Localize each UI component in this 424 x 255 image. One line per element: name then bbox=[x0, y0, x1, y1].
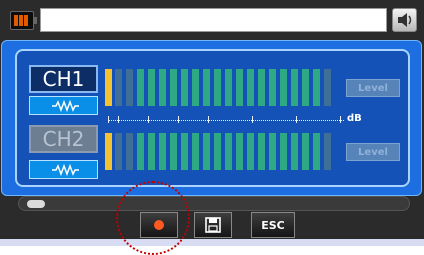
esc-button[interactable]: ESC bbox=[251, 212, 295, 238]
ch1-button[interactable]: CH1 bbox=[29, 65, 98, 93]
meter-segment bbox=[203, 69, 210, 106]
meter-segment bbox=[225, 69, 232, 106]
meter-segment bbox=[269, 69, 276, 106]
meter-segment bbox=[324, 69, 331, 106]
meter-segment bbox=[115, 133, 122, 170]
meter-segment bbox=[214, 69, 221, 106]
battery-icon bbox=[10, 11, 37, 30]
highlight-circle bbox=[116, 181, 190, 255]
meter-segment bbox=[313, 133, 320, 170]
meter-segment bbox=[203, 133, 210, 170]
meter-segment bbox=[214, 133, 221, 170]
meter-segment bbox=[302, 69, 309, 106]
ch1-level-button[interactable]: Level bbox=[346, 79, 400, 97]
db-tick bbox=[340, 116, 341, 123]
meter-segment bbox=[181, 69, 188, 106]
meter-segment bbox=[269, 133, 276, 170]
slider-thumb[interactable] bbox=[27, 200, 45, 208]
title-field bbox=[40, 8, 387, 32]
meter-segment bbox=[247, 69, 254, 106]
meter-segment bbox=[236, 133, 243, 170]
db-tick bbox=[252, 116, 253, 123]
bottom-strip bbox=[0, 239, 424, 246]
meter-segment bbox=[148, 133, 155, 170]
meter-segment bbox=[148, 69, 155, 106]
meter-segment bbox=[302, 133, 309, 170]
meter-segment bbox=[225, 133, 232, 170]
db-tick bbox=[148, 116, 149, 123]
meter-segment bbox=[159, 133, 166, 170]
meter-segment bbox=[236, 69, 243, 106]
waveform-icon bbox=[52, 163, 79, 177]
meter-peak-indicator bbox=[105, 69, 112, 106]
meter-segment bbox=[247, 133, 254, 170]
meter-segment bbox=[137, 133, 144, 170]
save-icon bbox=[205, 217, 221, 233]
ch2-waveform-button[interactable] bbox=[29, 160, 98, 179]
meter-segment bbox=[324, 133, 331, 170]
db-tick bbox=[208, 116, 209, 123]
meter-segment bbox=[192, 69, 199, 106]
save-button[interactable] bbox=[194, 212, 232, 238]
meter-segment bbox=[115, 69, 122, 106]
meter-segment bbox=[181, 133, 188, 170]
meter-segment bbox=[170, 133, 177, 170]
meter-segment bbox=[313, 69, 320, 106]
ch1-waveform-button[interactable] bbox=[29, 96, 98, 115]
meter-segment bbox=[126, 69, 133, 106]
meter-segment bbox=[291, 69, 298, 106]
waveform-icon bbox=[52, 99, 79, 113]
meter-segment bbox=[137, 69, 144, 106]
db-unit-label: dB bbox=[347, 113, 362, 124]
meter-segment bbox=[291, 133, 298, 170]
esc-label: ESC bbox=[261, 218, 285, 232]
ch2-button[interactable]: CH2 bbox=[29, 125, 98, 153]
meter-segment bbox=[280, 133, 287, 170]
meter-segment bbox=[126, 133, 133, 170]
meter-segment bbox=[258, 133, 265, 170]
meter-segment bbox=[170, 69, 177, 106]
meter-segment bbox=[258, 69, 265, 106]
db-tick bbox=[178, 116, 179, 123]
db-scale bbox=[108, 120, 344, 122]
position-slider[interactable] bbox=[18, 196, 410, 211]
db-tick bbox=[108, 116, 109, 123]
db-tick bbox=[296, 116, 297, 123]
db-tick bbox=[118, 116, 119, 123]
speaker-icon[interactable] bbox=[392, 8, 417, 32]
meter-segment bbox=[280, 69, 287, 106]
meter-segment bbox=[159, 69, 166, 106]
meter-segment bbox=[192, 133, 199, 170]
ch2-level-button[interactable]: Level bbox=[346, 143, 400, 161]
meter-peak-indicator bbox=[105, 133, 112, 170]
